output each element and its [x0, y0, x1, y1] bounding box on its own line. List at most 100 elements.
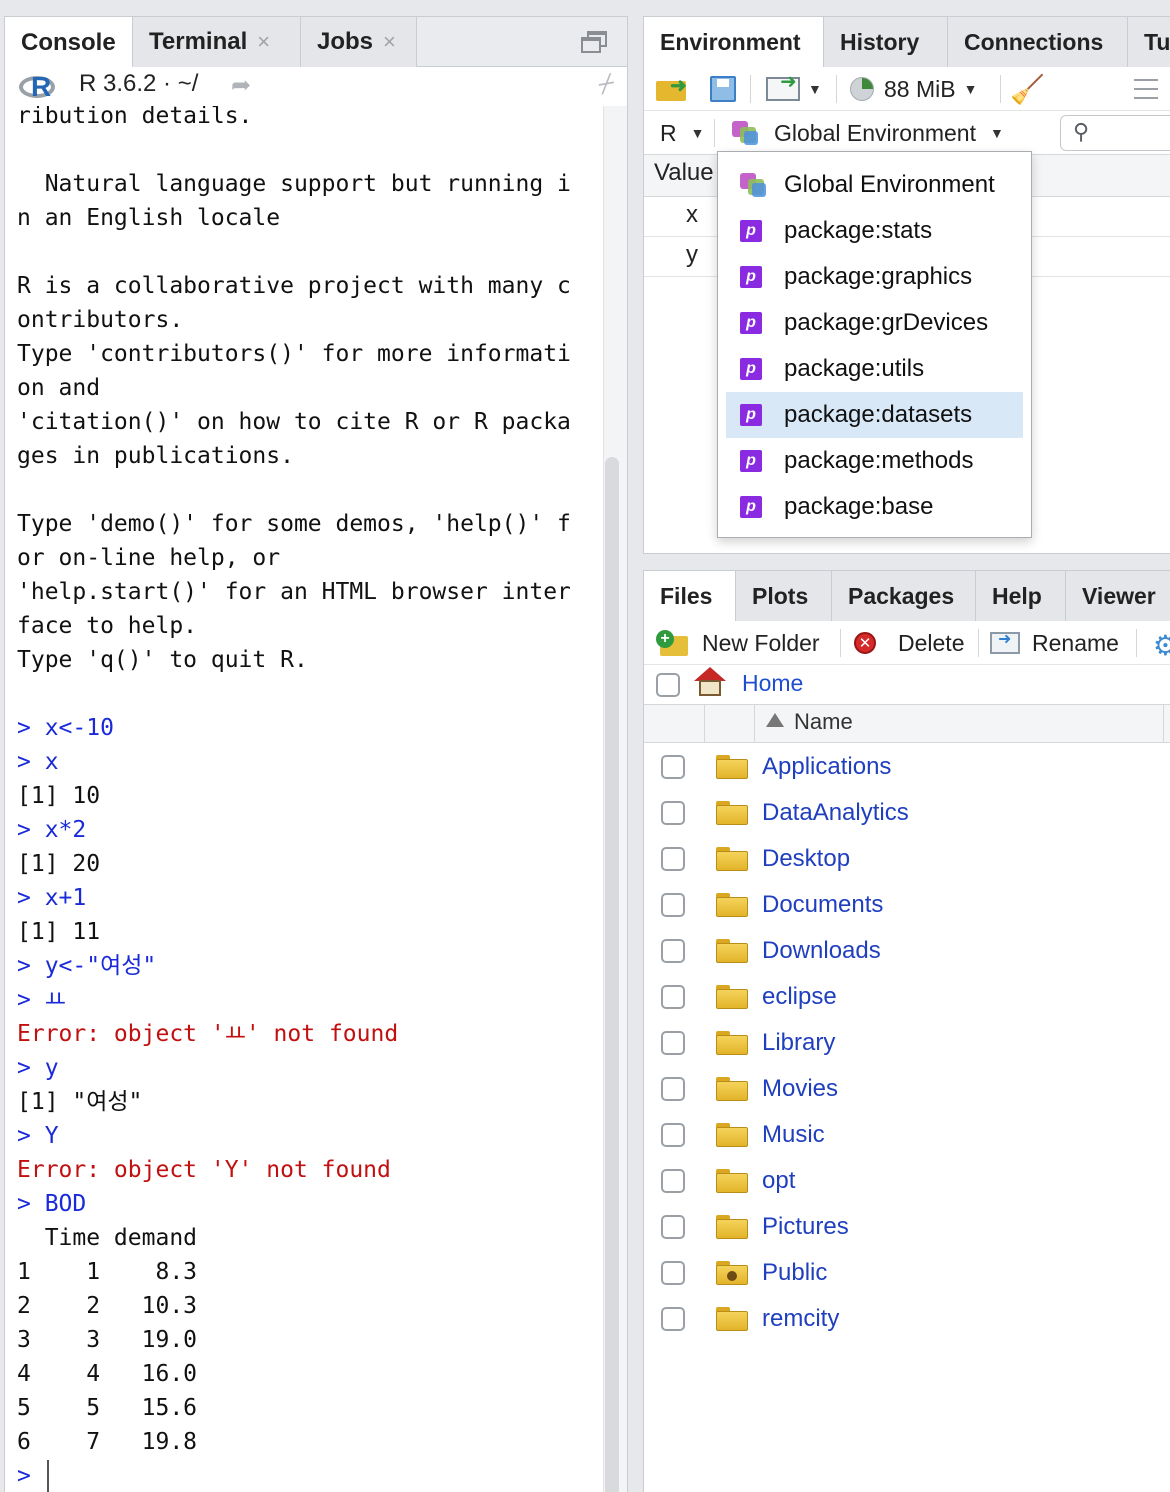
folder-name-link[interactable]: remcity [762, 1305, 839, 1333]
console-output-line: on and [17, 375, 101, 401]
tab-terminal[interactable]: Terminal × [133, 17, 301, 67]
dropdown-item[interactable]: p package:utils [718, 346, 1031, 392]
home-icon[interactable] [694, 667, 726, 697]
dropdown-item[interactable]: Global Environment [718, 162, 1031, 208]
tab-console[interactable]: Console [5, 17, 133, 68]
new-folder-button[interactable]: + New Folder [656, 627, 820, 659]
folder-name-link[interactable]: opt [762, 1167, 795, 1195]
delete-button[interactable]: ✕ Delete [854, 627, 964, 659]
console-input-line: > x+1 [17, 885, 87, 911]
file-row[interactable]: Library [644, 1021, 1170, 1067]
row-checkbox[interactable] [661, 1123, 685, 1147]
folder-name-link[interactable]: Documents [762, 891, 883, 919]
tab-history[interactable]: History [824, 17, 948, 67]
rename-button[interactable]: Rename [990, 627, 1119, 659]
tab-jobs[interactable]: Jobs × [301, 17, 417, 67]
console-lines: ribution details. Natural language suppo… [17, 106, 571, 1492]
delete-label: Delete [898, 629, 965, 656]
folder-name-link[interactable]: Movies [762, 1075, 838, 1103]
restore-pane-icon[interactable] [581, 29, 609, 55]
tab-environment[interactable]: Environment [644, 17, 824, 68]
tab-viewer[interactable]: Viewer [1066, 571, 1170, 621]
language-selector[interactable]: R ▼ [660, 117, 704, 149]
close-icon[interactable]: × [257, 29, 270, 55]
folder-icon [716, 893, 748, 917]
go-to-directory-icon[interactable]: ➦ [231, 71, 251, 99]
file-row[interactable]: Desktop [644, 837, 1170, 883]
file-row[interactable]: Public [644, 1251, 1170, 1297]
row-checkbox[interactable] [661, 1261, 685, 1285]
environment-selector-bar: R ▼ Global Environment ▼ ⚲ [644, 111, 1170, 155]
import-dataset-button[interactable]: ▼ [766, 69, 822, 105]
environment-search-input[interactable]: ⚲ [1060, 115, 1170, 151]
row-checkbox[interactable] [661, 985, 685, 1009]
folder-name-link[interactable]: Pictures [762, 1213, 849, 1241]
file-row[interactable]: eclipse [644, 975, 1170, 1021]
tab-packages[interactable]: Packages [832, 571, 976, 621]
load-workspace-button[interactable]: ➜ [656, 73, 690, 105]
save-icon [710, 76, 736, 102]
memory-usage-button[interactable]: 88 MiB ▼ [850, 73, 977, 105]
close-icon[interactable]: × [383, 29, 396, 55]
console-output-line: [1] 10 [17, 783, 101, 809]
tab-help[interactable]: Help [976, 571, 1066, 621]
row-checkbox[interactable] [661, 847, 685, 871]
breadcrumb-home-link[interactable]: Home [742, 670, 803, 697]
row-checkbox[interactable] [661, 755, 685, 779]
environment-selector[interactable]: Global Environment ▼ [732, 117, 1004, 149]
console-output-line: 1 1 8.3 [17, 1259, 198, 1285]
folder-name-link[interactable]: Applications [762, 753, 891, 781]
tab-connections[interactable]: Connections [948, 17, 1128, 67]
clear-workspace-button[interactable]: 🧹 [1010, 73, 1045, 105]
console-input-line: > x [17, 749, 59, 775]
file-row[interactable]: Documents [644, 883, 1170, 929]
file-row[interactable]: Applications [644, 745, 1170, 791]
gear-icon[interactable]: ⚙ [1153, 629, 1170, 662]
column-header-name[interactable]: Name [794, 709, 853, 735]
files-toolbar: + New Folder ✕ Delete Rename ⚙ [644, 621, 1170, 665]
clear-console-icon[interactable]: ⌿ [595, 66, 617, 102]
dropdown-item[interactable]: p package:datasets [726, 392, 1023, 438]
tab-files[interactable]: Files [644, 571, 736, 622]
row-checkbox[interactable] [661, 1307, 685, 1331]
row-checkbox[interactable] [661, 1169, 685, 1193]
files-table-header: Name [644, 705, 1170, 743]
delete-icon: ✕ [854, 632, 876, 654]
file-row[interactable]: Downloads [644, 929, 1170, 975]
file-row[interactable]: Movies [644, 1067, 1170, 1113]
tab-tutorial[interactable]: Tu [1128, 17, 1170, 67]
dropdown-item[interactable]: p package:base [718, 484, 1031, 530]
row-checkbox[interactable] [661, 801, 685, 825]
tab-plots[interactable]: Plots [736, 571, 832, 621]
dropdown-item[interactable]: p package:methods [718, 438, 1031, 484]
row-checkbox[interactable] [661, 1031, 685, 1055]
dropdown-item[interactable]: p package:graphics [718, 254, 1031, 300]
dropdown-item-label: package:methods [784, 447, 974, 474]
file-row[interactable]: remcity [644, 1297, 1170, 1343]
folder-name-link[interactable]: Public [762, 1259, 827, 1287]
folder-name-link[interactable]: Library [762, 1029, 835, 1057]
row-checkbox[interactable] [661, 893, 685, 917]
console-output-line: 6 7 19.8 [17, 1429, 198, 1455]
row-checkbox[interactable] [661, 939, 685, 963]
dropdown-item-label: package:graphics [784, 263, 973, 290]
file-row[interactable]: DataAnalytics [644, 791, 1170, 837]
dropdown-item[interactable]: p package:grDevices [718, 300, 1031, 346]
console-scrollbar-thumb[interactable] [605, 457, 619, 1492]
save-workspace-button[interactable] [710, 73, 736, 105]
folder-name-link[interactable]: eclipse [762, 983, 837, 1011]
file-row[interactable]: Music [644, 1113, 1170, 1159]
select-all-checkbox[interactable] [656, 673, 680, 697]
folder-name-link[interactable]: DataAnalytics [762, 799, 909, 827]
dropdown-item[interactable]: p package:stats [718, 208, 1031, 254]
folder-name-link[interactable]: Desktop [762, 845, 850, 873]
folder-name-link[interactable]: Music [762, 1121, 825, 1149]
list-view-icon[interactable] [1134, 79, 1158, 99]
console-output[interactable]: ribution details. Natural language suppo… [5, 106, 605, 1492]
file-row[interactable]: Pictures [644, 1205, 1170, 1251]
file-list: Applications DataAnalytics Desktop Document… [644, 743, 1170, 1343]
row-checkbox[interactable] [661, 1077, 685, 1101]
file-row[interactable]: opt [644, 1159, 1170, 1205]
folder-name-link[interactable]: Downloads [762, 937, 881, 965]
row-checkbox[interactable] [661, 1215, 685, 1239]
